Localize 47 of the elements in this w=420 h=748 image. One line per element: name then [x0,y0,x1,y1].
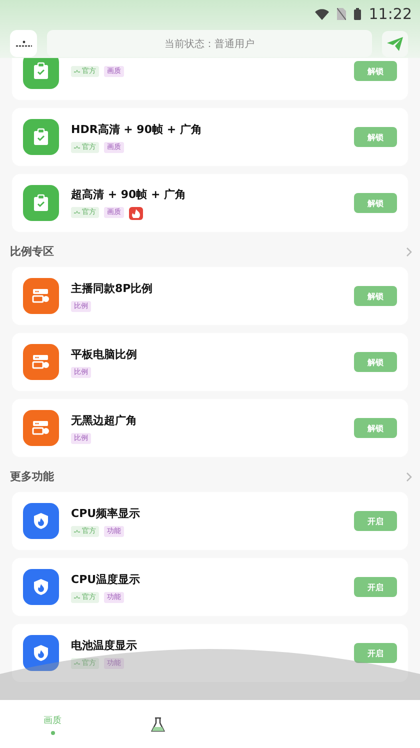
server-icon [32,420,50,436]
server-icon [32,354,50,370]
clipboard-check-icon [32,194,50,212]
action-button[interactable]: 解锁 [354,193,397,213]
feature-title: 无黑边超广角 [71,412,138,428]
dots-icon [74,145,80,149]
feature-title: 超高清 + 90帧 + 广角 [71,186,188,202]
dots-icon [74,210,80,214]
clipboard-check-icon [32,62,50,80]
nav-tab[interactable]: 画质 [44,714,62,734]
shield-flame-icon [33,644,49,662]
action-button[interactable]: 开启 [354,577,397,597]
feature-title: CPU温度显示 [71,572,142,586]
action-button[interactable]: 解锁 [354,418,397,438]
section-title: 比例专区 [10,244,54,259]
battery-icon [354,8,361,20]
shield-flame-icon [33,578,49,596]
clipboard-check-icon [32,128,50,146]
feature-title: CPU频率显示 [71,506,142,520]
shield-flame-icon [33,512,49,530]
feature-title: 平板电脑比例 [71,346,138,362]
action-button[interactable]: 解锁 [354,352,397,372]
paper-plane-icon [387,36,403,50]
hot-badge [129,206,143,220]
wifi-icon [314,8,329,20]
no-sim-icon [336,8,346,20]
dots-icon [74,529,80,533]
section-title: 更多功能 [10,469,54,484]
feature-title: HDR高清 + 90帧 + 广角 [71,122,203,136]
action-button[interactable]: 开启 [354,643,397,663]
nav-tab[interactable] [150,716,164,732]
action-button[interactable]: 解锁 [354,286,397,306]
server-icon [32,288,50,304]
dots-icon [74,661,80,665]
chevron-right-icon[interactable] [406,472,412,482]
feature-title: 主播同款8P比例 [71,280,154,296]
dots-icon [74,69,80,73]
action-button[interactable]: 解锁 [354,61,397,81]
clock-time: 11:22 [368,5,412,23]
action-button[interactable]: 开启 [354,511,397,531]
send-button[interactable] [382,30,408,56]
action-button[interactable]: 解锁 [354,127,397,147]
feature-title: 电池温度显示 [71,638,138,652]
flask-icon [150,716,164,732]
chevron-right-icon[interactable] [406,246,412,256]
status-bar-field: 当前状态：普通用户 [47,30,372,57]
dots-icon [74,595,80,599]
